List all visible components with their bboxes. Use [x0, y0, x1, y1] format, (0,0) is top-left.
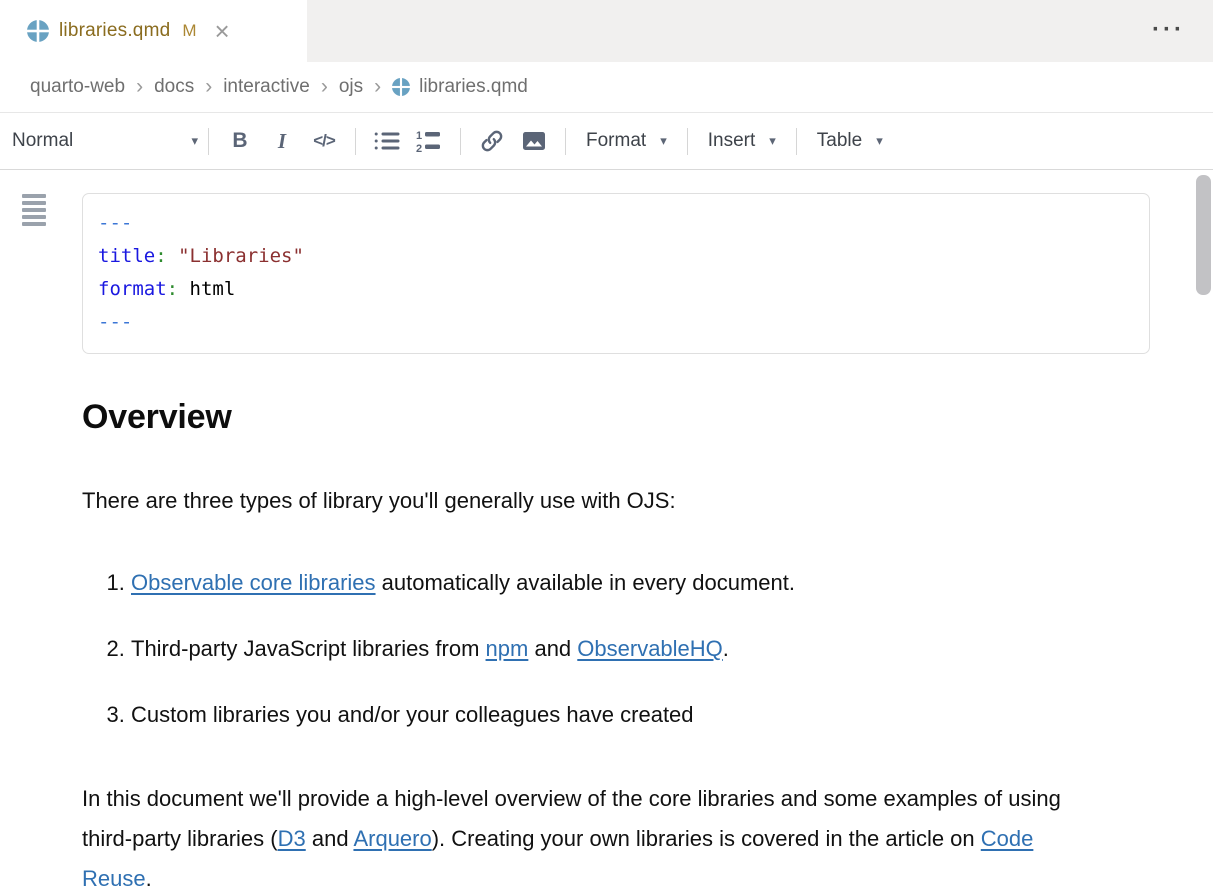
document-body: ---title: "Libraries"format: html--- Ove… [82, 170, 1150, 889]
paragraph-style-value: Normal [12, 130, 73, 152]
chevron-down-icon: ▾ [876, 133, 883, 149]
yaml-metadata-block[interactable]: ---title: "Libraries"format: html--- [82, 193, 1150, 354]
link-icon [480, 129, 504, 153]
italic-button[interactable]: I [261, 121, 303, 161]
block-drag-handle-icon[interactable] [22, 194, 46, 229]
paragraph-style-select[interactable]: Normal ▾ [12, 130, 198, 152]
bold-button[interactable]: B [219, 121, 261, 161]
bulleted-list-button[interactable] [366, 121, 408, 161]
image-button[interactable] [513, 121, 555, 161]
svg-text:1: 1 [416, 130, 422, 142]
code-icon: </> [313, 131, 335, 151]
code-button[interactable]: </> [303, 121, 345, 161]
breadcrumb: quarto-web › docs › interactive › ojs › … [0, 62, 1213, 113]
svg-text:2: 2 [416, 143, 422, 153]
toolbar-divider [208, 128, 209, 155]
toolbar-divider [355, 128, 356, 155]
list-item: Observable core libraries automatically … [131, 563, 1150, 603]
breadcrumb-item-interactive[interactable]: interactive [223, 76, 310, 98]
breadcrumb-current-file[interactable]: libraries.qmd [392, 76, 528, 98]
breadcrumb-separator: › [374, 75, 381, 99]
tab-libraries-qmd[interactable]: libraries.qmd M × [0, 0, 307, 62]
heading-overview: Overview [82, 398, 1150, 437]
toolbar-divider [565, 128, 566, 155]
link-button[interactable] [471, 121, 513, 161]
doc-link[interactable]: Observable core libraries [131, 570, 376, 595]
intro-paragraph: There are three types of library you'll … [82, 481, 1150, 521]
editor-content: ---title: "Libraries"format: html--- Ove… [0, 170, 1213, 888]
library-types-list: Observable core libraries automatically … [82, 563, 1150, 735]
editor-toolbar: Normal ▾ B I </> 1 2 [0, 113, 1213, 170]
doc-link[interactable]: npm [486, 636, 529, 661]
bulleted-list-icon [374, 130, 400, 152]
breadcrumb-separator: › [321, 75, 328, 99]
table-menu-label: Table [817, 130, 862, 152]
doc-link[interactable]: D3 [278, 826, 306, 851]
more-actions-icon[interactable]: ··· [1152, 16, 1185, 44]
vertical-scrollbar-thumb[interactable] [1196, 175, 1211, 295]
breadcrumb-current-label: libraries.qmd [419, 76, 528, 98]
chevron-down-icon: ▾ [769, 133, 776, 149]
breadcrumb-item-docs[interactable]: docs [154, 76, 194, 98]
quarto-icon [27, 20, 49, 42]
close-icon[interactable]: × [215, 18, 230, 44]
table-menu[interactable]: Table ▾ [807, 130, 893, 152]
tab-title: libraries.qmd [59, 20, 170, 42]
insert-menu-label: Insert [708, 130, 756, 152]
modified-badge: M [182, 21, 196, 41]
quarto-icon [392, 78, 410, 96]
breadcrumb-item-quarto-web[interactable]: quarto-web [30, 76, 125, 98]
format-menu[interactable]: Format ▾ [576, 130, 677, 152]
italic-icon: I [278, 129, 286, 154]
breadcrumb-item-ojs[interactable]: ojs [339, 76, 363, 98]
doc-link[interactable]: Code Reuse [82, 826, 1033, 889]
closing-paragraph: In this document we'll provide a high-le… [82, 779, 1094, 889]
tab-bar: libraries.qmd M × ··· [0, 0, 1213, 62]
toolbar-divider [796, 128, 797, 155]
chevron-down-icon: ▾ [191, 133, 198, 149]
insert-menu[interactable]: Insert ▾ [698, 130, 786, 152]
numbered-list-icon: 1 2 [416, 129, 442, 153]
toolbar-divider [460, 128, 461, 155]
doc-link[interactable]: ObservableHQ [577, 636, 723, 661]
bold-icon: B [232, 129, 247, 153]
breadcrumb-separator: › [205, 75, 212, 99]
chevron-down-icon: ▾ [660, 133, 667, 149]
list-item: Custom libraries you and/or your colleag… [131, 695, 1150, 735]
breadcrumb-separator: › [136, 75, 143, 99]
doc-link[interactable]: Arquero [353, 826, 431, 851]
toolbar-divider [687, 128, 688, 155]
image-icon [522, 130, 546, 152]
numbered-list-button[interactable]: 1 2 [408, 121, 450, 161]
list-item: Third-party JavaScript libraries from np… [131, 629, 1150, 669]
format-menu-label: Format [586, 130, 646, 152]
